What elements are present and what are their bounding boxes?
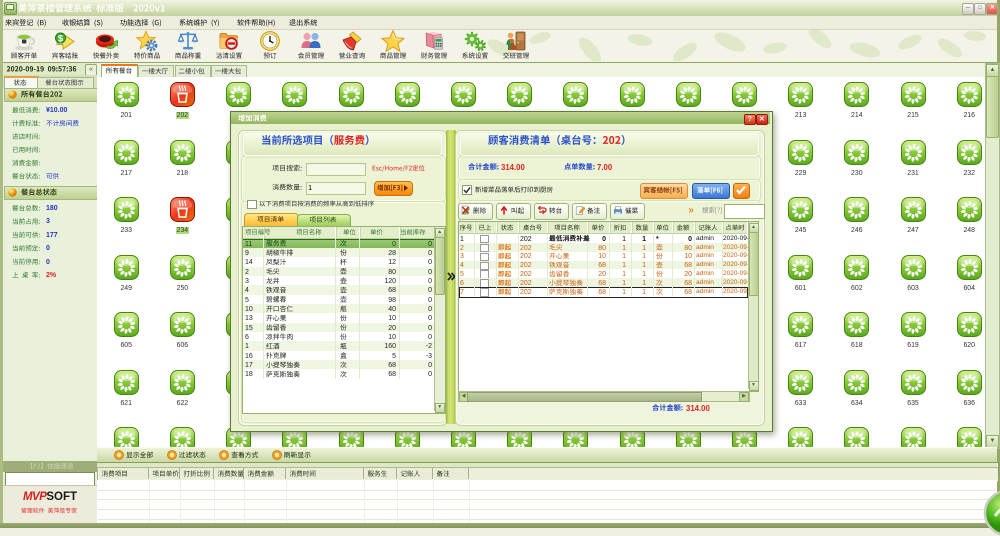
svg-text:$: $ [58,33,64,44]
